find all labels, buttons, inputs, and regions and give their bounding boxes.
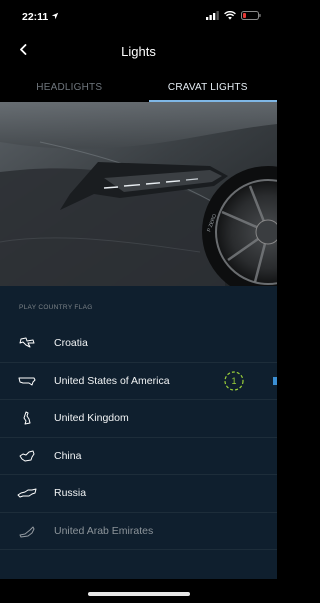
country-label: Russia — [54, 487, 87, 500]
uae-map-icon — [16, 523, 38, 539]
country-label: United States of America — [54, 374, 170, 387]
usa-map-icon — [16, 373, 38, 389]
uk-map-icon — [16, 410, 38, 426]
country-label: United Kingdom — [54, 412, 129, 425]
country-label: Croatia — [54, 337, 88, 350]
status-time: 22:11 — [22, 11, 49, 23]
cellular-signal-icon — [206, 11, 219, 23]
timer-value: 1 — [231, 375, 237, 386]
countdown-timer-badge: 1 — [223, 370, 245, 392]
country-label: United Arab Emirates — [54, 524, 154, 537]
china-map-icon — [16, 448, 38, 464]
country-flag-list: Croatia United States of America 1 Unite… — [0, 325, 277, 550]
battery-low-icon — [241, 11, 261, 23]
tab-bar: HEADLIGHTS CRAVAT LIGHTS — [0, 72, 277, 102]
page-title: Lights — [121, 43, 156, 59]
status-bar: 22:11 — [0, 0, 277, 34]
list-item-usa[interactable]: United States of America 1 — [0, 363, 277, 400]
russia-map-icon — [16, 485, 38, 501]
location-arrow-icon — [51, 11, 59, 23]
car-hero-image: P ZERO — [0, 102, 277, 286]
status-left: 22:11 — [22, 11, 59, 23]
status-right — [206, 10, 261, 23]
list-item-china[interactable]: China — [0, 438, 277, 475]
section-header: PLAY COUNTRY FLAG — [0, 296, 277, 318]
back-button[interactable] — [14, 42, 32, 60]
nav-bar: Lights — [0, 34, 277, 68]
chevron-left-icon — [19, 42, 27, 60]
list-item-russia[interactable]: Russia — [0, 475, 277, 513]
list-item-united-kingdom[interactable]: United Kingdom — [0, 400, 277, 438]
list-item-uae[interactable]: United Arab Emirates — [0, 513, 277, 550]
playing-indicator — [273, 376, 277, 385]
list-item-croatia[interactable]: Croatia — [0, 325, 277, 363]
home-indicator[interactable] — [88, 592, 190, 596]
wifi-icon — [224, 10, 236, 23]
tab-cravat-lights[interactable]: CRAVAT LIGHTS — [139, 72, 278, 102]
country-label: China — [54, 449, 82, 462]
croatia-map-icon — [16, 335, 38, 351]
tab-headlights[interactable]: HEADLIGHTS — [0, 72, 139, 102]
